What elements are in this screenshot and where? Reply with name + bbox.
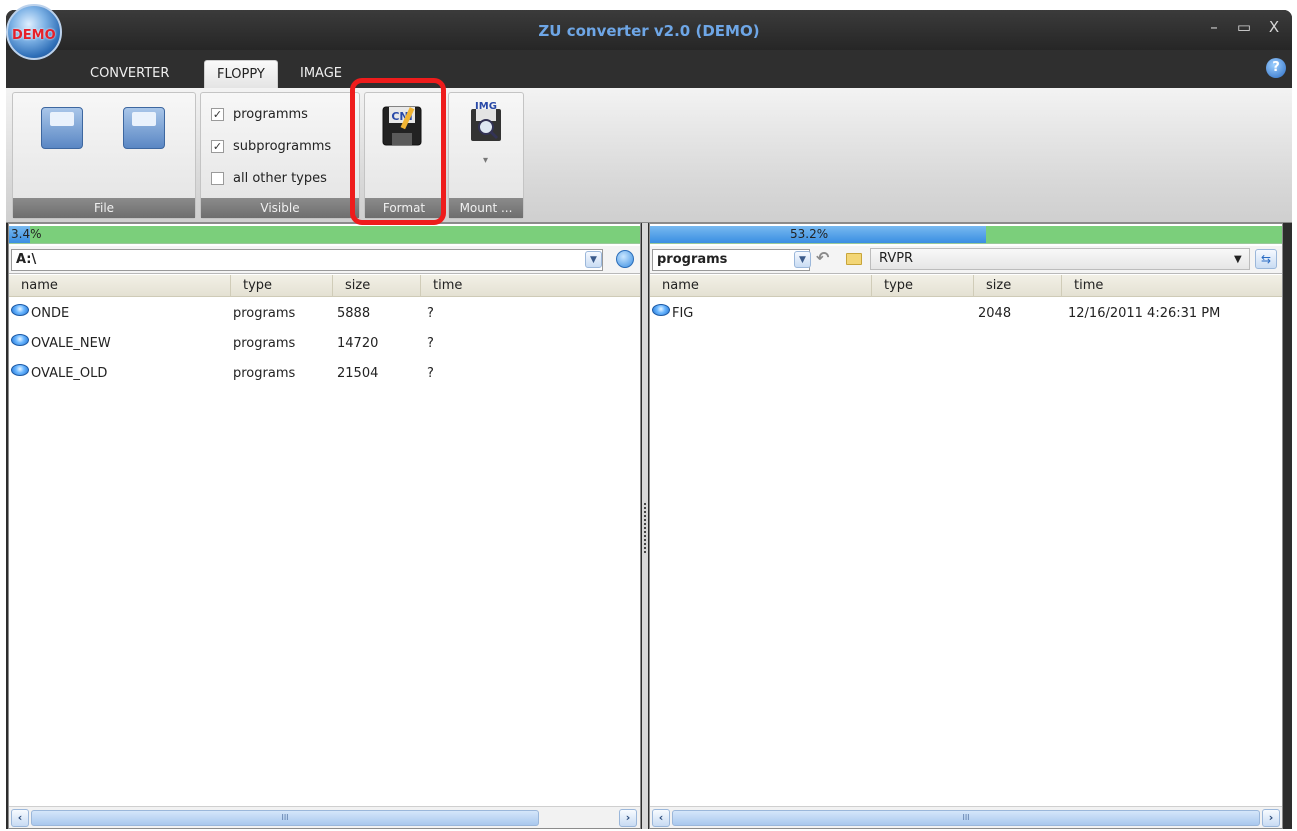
- table-row[interactable]: OVALE_NEW programs 14720 ?: [9, 328, 640, 358]
- checkbox-subprogramms-box[interactable]: ✓: [211, 140, 224, 153]
- chevron-down-icon[interactable]: ▼: [1234, 254, 1242, 265]
- left-path-bar: A:\ ▼: [9, 246, 640, 274]
- checkbox-programms-label: programms: [233, 107, 308, 122]
- floppy-save-icon[interactable]: [123, 107, 169, 153]
- left-col-time[interactable]: time: [421, 275, 642, 297]
- left-path-combo[interactable]: A:\: [11, 249, 603, 271]
- tab-image[interactable]: IMAGE: [288, 60, 354, 88]
- row-size: 2048: [978, 306, 1012, 321]
- mount-image-icon[interactable]: IMG: [463, 99, 509, 145]
- row-time: ?: [427, 336, 434, 351]
- program-icon: [652, 304, 670, 316]
- table-row[interactable]: OVALE_OLD programs 21504 ?: [9, 358, 640, 388]
- close-button[interactable]: X: [1266, 18, 1282, 36]
- checkbox-all-other-types-label: all other types: [233, 171, 327, 186]
- row-type: programs: [233, 366, 296, 381]
- back-icon[interactable]: ↶: [816, 248, 829, 267]
- sync-icon[interactable]: ⇆: [1255, 249, 1277, 269]
- chevron-down-icon[interactable]: ▼: [794, 251, 811, 268]
- checkbox-programms-box[interactable]: ✓: [211, 108, 224, 121]
- tab-floppy[interactable]: FLOPPY: [204, 60, 278, 88]
- mount-dropdown-arrow-icon[interactable]: ▾: [483, 155, 488, 166]
- format-highlight-annotation: [350, 78, 446, 225]
- checkbox-subprogramms-label: subprogramms: [233, 139, 332, 154]
- right-horizontal-scrollbar[interactable]: ‹ III ›: [650, 806, 1282, 828]
- right-filter-combo[interactable]: programs: [652, 249, 810, 271]
- left-col-type[interactable]: type: [231, 275, 333, 297]
- row-size: 21504: [337, 366, 379, 381]
- ribbon-group-file: File: [12, 92, 196, 219]
- floppy-open-icon[interactable]: [41, 107, 87, 153]
- row-name: OVALE_NEW: [31, 336, 111, 351]
- left-usage-bar: 3.4%: [9, 226, 640, 244]
- row-name: ONDE: [31, 306, 70, 321]
- right-col-type[interactable]: type: [872, 275, 974, 297]
- checkbox-programms[interactable]: ✓ programms: [211, 107, 308, 122]
- ribbon-tab-bar: CONVERTER FLOPPY IMAGE ?: [6, 50, 1292, 88]
- row-name: OVALE_OLD: [31, 366, 108, 381]
- right-file-pane: 53.2% programs ▼ ↶ RVPR ▼ ⇆ name type si…: [649, 223, 1283, 829]
- checkbox-all-other-types-box[interactable]: [211, 172, 224, 185]
- ribbon-group-label-visible: Visible: [201, 198, 359, 218]
- window-controls: – ▭ X: [1206, 18, 1282, 36]
- checkbox-subprogramms[interactable]: ✓ subprogramms: [211, 139, 331, 154]
- row-type: programs: [233, 306, 296, 321]
- maximize-button[interactable]: ▭: [1236, 18, 1252, 36]
- svg-text:IMG: IMG: [475, 101, 497, 112]
- scroll-left-button[interactable]: ‹: [652, 809, 670, 827]
- table-row[interactable]: ONDE programs 5888 ?: [9, 298, 640, 328]
- ribbon-group-mount: IMG ▾ Mount ...: [448, 92, 524, 219]
- row-type: programs: [233, 336, 296, 351]
- right-usage-text: 53.2%: [790, 227, 829, 241]
- row-name: FIG: [672, 306, 694, 321]
- title-bar[interactable]: ZU converter v2.0 (DEMO) – ▭ X: [6, 10, 1292, 50]
- scroll-thumb[interactable]: III: [31, 810, 539, 826]
- left-usage-text: 3.4%: [11, 227, 42, 241]
- ribbon: File ✓ programms ✓ subprogramms all othe…: [6, 88, 1292, 223]
- right-column-header: name type size time: [650, 275, 1282, 297]
- scroll-right-button[interactable]: ›: [1262, 809, 1280, 827]
- left-column-header: name type size time: [9, 275, 640, 297]
- table-row[interactable]: FIG 2048 12/16/2011 4:26:31 PM: [650, 298, 1282, 328]
- left-horizontal-scrollbar[interactable]: ‹ III ›: [9, 806, 640, 828]
- tab-converter[interactable]: CONVERTER: [78, 60, 181, 88]
- demo-label: DEMO: [12, 28, 56, 43]
- checkbox-all-other-types[interactable]: all other types: [211, 171, 327, 186]
- chevron-down-icon[interactable]: ▼: [585, 251, 602, 268]
- row-size: 14720: [337, 336, 379, 351]
- program-icon: [11, 334, 29, 346]
- app-window: ZU converter v2.0 (DEMO) – ▭ X CONVERTER…: [6, 10, 1292, 829]
- right-path-bar: programs ▼ ↶ RVPR ▼ ⇆: [650, 246, 1282, 274]
- scroll-right-button[interactable]: ›: [619, 809, 637, 827]
- row-time: ?: [427, 366, 434, 381]
- folder-icon: [846, 253, 862, 265]
- ribbon-group-label-mount: Mount ...: [449, 198, 523, 218]
- ribbon-group-label-file: File: [13, 198, 195, 218]
- right-col-size[interactable]: size: [974, 275, 1062, 297]
- left-col-name[interactable]: name: [9, 275, 231, 297]
- row-time: 12/16/2011 4:26:31 PM: [1068, 306, 1221, 321]
- row-size: 5888: [337, 306, 371, 321]
- app-orb-button[interactable]: DEMO: [6, 4, 62, 60]
- program-icon: [11, 364, 29, 376]
- right-col-name[interactable]: name: [650, 275, 872, 297]
- right-folder-path[interactable]: RVPR: [870, 248, 1250, 270]
- program-icon: [11, 304, 29, 316]
- ribbon-group-visible: ✓ programms ✓ subprogramms all other typ…: [200, 92, 360, 219]
- window-title: ZU converter v2.0 (DEMO): [538, 22, 760, 40]
- pane-splitter[interactable]: [642, 223, 648, 829]
- left-col-size[interactable]: size: [333, 275, 421, 297]
- file-panes: 3.4% A:\ ▼ name type size time ONDE prog…: [6, 223, 1292, 829]
- right-usage-bar: 53.2%: [650, 226, 1282, 244]
- left-file-pane: 3.4% A:\ ▼ name type size time ONDE prog…: [8, 223, 641, 829]
- help-icon[interactable]: ?: [1266, 58, 1286, 78]
- scroll-thumb[interactable]: III: [672, 810, 1260, 826]
- refresh-icon[interactable]: [616, 250, 634, 268]
- right-col-time[interactable]: time: [1062, 275, 1284, 297]
- splitter-grip-icon[interactable]: [644, 503, 646, 553]
- row-time: ?: [427, 306, 434, 321]
- scroll-left-button[interactable]: ‹: [11, 809, 29, 827]
- minimize-button[interactable]: –: [1206, 18, 1222, 36]
